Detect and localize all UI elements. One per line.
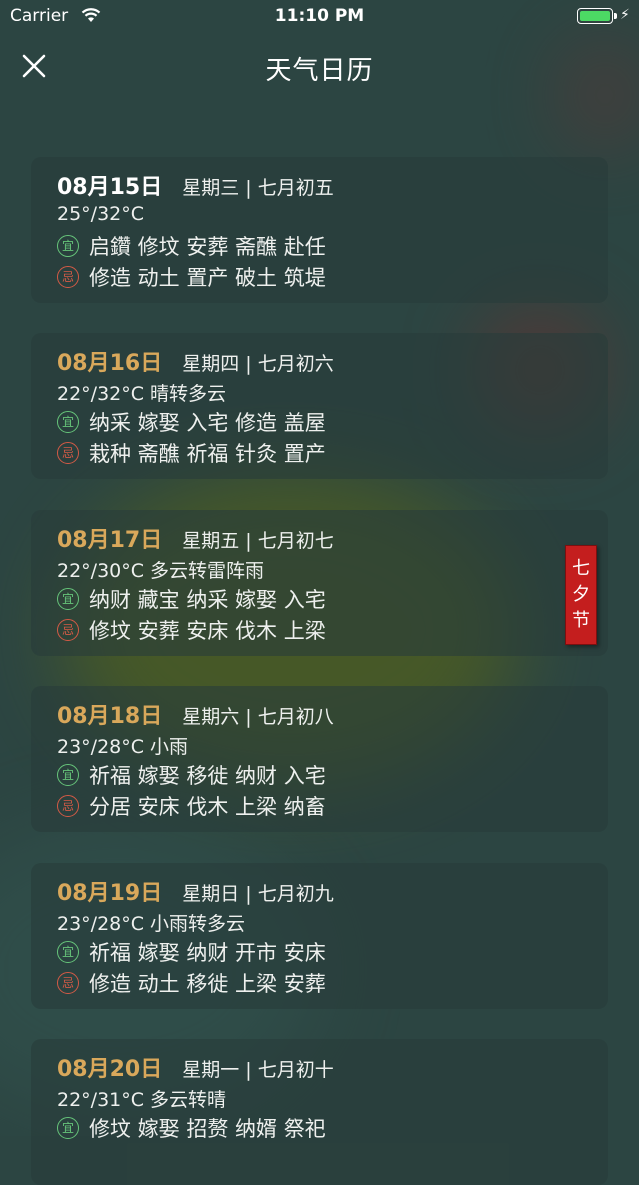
day-ji: 修造 动土 置产 破土 筑堤 — [89, 266, 326, 290]
page-title: 天气日历 — [265, 56, 374, 86]
day-weather: 25°/32°C — [57, 203, 145, 225]
yi-icon: 宜 — [57, 941, 79, 963]
day-card[interactable]: 08月16日 星期四 | 七月初六 22°/32°C 晴转多云 宜纳采 嫁娶 入宅… — [31, 333, 608, 479]
ji-icon: 忌 — [57, 619, 79, 641]
day-weekday-lunar: 星期日 | 七月初九 — [182, 883, 334, 905]
day-ji: 修造 动土 移徙 上梁 安葬 — [89, 972, 326, 996]
day-ji: 修坟 安葬 安床 伐木 上梁 — [89, 619, 326, 643]
festival-char: 节 — [572, 610, 590, 631]
day-yi: 祈福 嫁娶 移徙 纳财 入宅 — [89, 764, 326, 788]
status-bar: Carrier 11:10 PM ⚡ — [0, 0, 639, 34]
day-date: 08月15日 — [57, 175, 163, 200]
day-weekday-lunar: 星期五 | 七月初七 — [182, 530, 334, 552]
battery-icon — [577, 8, 617, 24]
clock: 11:10 PM — [274, 6, 365, 26]
day-card[interactable]: 08月18日 星期六 | 七月初八 23°/28°C 小雨 宜祈福 嫁娶 移徙 纳… — [31, 686, 608, 832]
day-yi: 修坟 嫁娶 招赘 纳婿 祭祀 — [89, 1117, 326, 1141]
day-card[interactable]: 08月17日 星期五 | 七月初七 22°/30°C 多云转雷阵雨 宜纳财 藏宝 … — [31, 510, 608, 656]
day-weather: 22°/31°C 多云转晴 — [57, 1089, 227, 1111]
yi-icon: 宜 — [57, 588, 79, 610]
day-yi: 纳采 嫁娶 入宅 修造 盖屋 — [89, 411, 326, 435]
ji-icon: 忌 — [57, 266, 79, 288]
day-weekday-lunar: 星期一 | 七月初十 — [182, 1059, 334, 1081]
day-weekday-lunar: 星期四 | 七月初六 — [182, 353, 334, 375]
festival-char: 七 — [572, 558, 590, 579]
day-date: 08月19日 — [57, 881, 163, 906]
day-ji: 分居 安床 伐木 上梁 纳畜 — [89, 795, 326, 819]
day-date: 08月20日 — [57, 1057, 163, 1082]
charging-icon: ⚡ — [620, 7, 630, 23]
day-weather: 22°/30°C 多云转雷阵雨 — [57, 560, 265, 582]
day-card[interactable]: 08月15日 星期三 | 七月初五 25°/32°C 宜启鑽 修坟 安葬 斋醮 赴… — [31, 157, 608, 303]
yi-icon: 宜 — [57, 235, 79, 257]
day-yi: 祈福 嫁娶 纳财 开市 安床 — [89, 941, 326, 965]
nav-bar: 天气日历 — [0, 34, 639, 98]
day-weather: 23°/28°C 小雨转多云 — [57, 913, 246, 935]
day-date: 08月18日 — [57, 704, 163, 729]
yi-icon: 宜 — [57, 411, 79, 433]
festival-tag-qixi: 七 夕 节 — [565, 545, 597, 645]
ji-icon: 忌 — [57, 795, 79, 817]
yi-icon: 宜 — [57, 764, 79, 786]
day-date: 08月16日 — [57, 351, 163, 376]
day-weather: 23°/28°C 小雨 — [57, 736, 189, 758]
day-weekday-lunar: 星期六 | 七月初八 — [182, 706, 334, 728]
festival-char: 夕 — [572, 584, 590, 605]
ji-icon: 忌 — [57, 442, 79, 464]
day-weekday-lunar: 星期三 | 七月初五 — [182, 177, 334, 199]
day-card[interactable]: 08月19日 星期日 | 七月初九 23°/28°C 小雨转多云 宜祈福 嫁娶 纳… — [31, 863, 608, 1009]
ji-icon: 忌 — [57, 972, 79, 994]
day-yi: 启鑽 修坟 安葬 斋醮 赴任 — [89, 235, 326, 259]
day-date: 08月17日 — [57, 528, 163, 553]
day-weather: 22°/32°C 晴转多云 — [57, 383, 227, 405]
day-ji: 栽种 斋醮 祈福 针灸 置产 — [89, 442, 326, 466]
day-yi: 纳财 藏宝 纳采 嫁娶 入宅 — [89, 588, 326, 612]
day-card[interactable]: 08月20日 星期一 | 七月初十 22°/31°C 多云转晴 宜修坟 嫁娶 招赘… — [31, 1039, 608, 1185]
